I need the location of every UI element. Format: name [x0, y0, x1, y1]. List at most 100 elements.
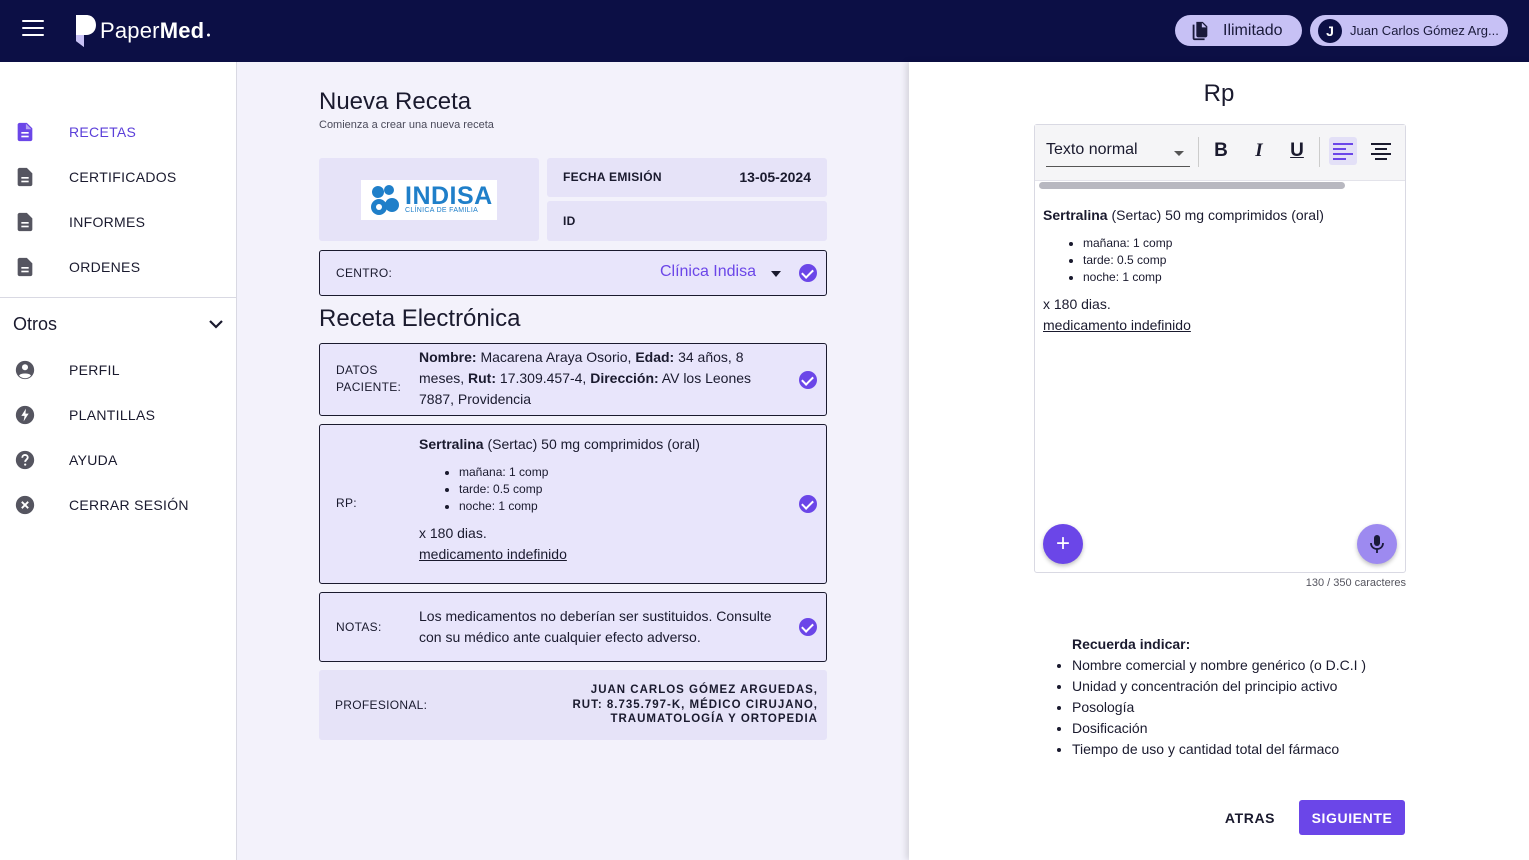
chevron-down-icon — [1174, 151, 1184, 156]
list-item: noche: 1 comp — [1083, 269, 1393, 286]
sidebar-divider — [0, 297, 236, 298]
document-icon — [17, 167, 33, 187]
text-format-select[interactable]: Texto normal — [1046, 137, 1190, 167]
sidebar-item-label: CERRAR SESIÓN — [69, 497, 189, 513]
clinic-logo-word: INDISA — [405, 182, 493, 210]
sidebar-item-cerrar-sesion[interactable]: CERRAR SESIÓN — [0, 483, 236, 527]
document-icon — [17, 212, 33, 232]
editor-content[interactable]: Sertralina (Sertac) 50 mg comprimidos (o… — [1043, 205, 1393, 336]
brand-logo[interactable]: PaperMed ● — [76, 14, 211, 48]
underline-button[interactable]: U — [1283, 137, 1311, 165]
editor-panel: Rp Texto normal B I U Sertralina (Sertac… — [909, 62, 1529, 860]
rp-content: Sertralina (Sertac) 50 mg comprimidos (o… — [419, 434, 789, 565]
plus-icon: + — [1055, 530, 1070, 557]
rp-card[interactable]: RP: Sertralina (Sertac) 50 mg comprimido… — [319, 424, 827, 584]
sidebar-item-ayuda[interactable]: AYUDA — [0, 438, 236, 482]
rich-text-editor[interactable]: Texto normal B I U Sertralina (Sertac) 5… — [1034, 124, 1406, 573]
align-left-icon — [1333, 143, 1353, 160]
sidebar-item-informes[interactable]: INFORMES — [0, 200, 236, 244]
add-button[interactable]: + — [1043, 524, 1083, 564]
brand-name: PaperMed — [100, 18, 205, 43]
dropdown-arrow-icon — [771, 271, 781, 277]
reminder-list: Nombre comercial y nombre genérico (o D.… — [1072, 655, 1392, 760]
list-item: mañana: 1 comp — [1083, 235, 1393, 252]
toolbar-divider — [1319, 137, 1320, 167]
papermed-logo-icon — [76, 15, 96, 47]
dose-list: mañana: 1 comp tarde: 0.5 comp noche: 1 … — [1083, 235, 1393, 286]
section-label: Otros — [13, 313, 58, 334]
document-icon — [17, 257, 33, 277]
sidebar-item-label: INFORMES — [69, 214, 146, 230]
plan-label: Ilimitado — [1223, 21, 1283, 39]
sidebar-item-label: RECETAS — [69, 124, 137, 140]
bold-button[interactable]: B — [1207, 137, 1235, 165]
toolbar-divider — [1198, 137, 1199, 167]
reminder-heading: Recuerda indicar: — [1072, 636, 1191, 652]
horizontal-scrollbar[interactable] — [1039, 182, 1345, 189]
section-toggle-otros[interactable]: Otros — [13, 311, 223, 337]
id-field: ID — [547, 201, 827, 241]
list-item: tarde: 0.5 comp — [459, 481, 789, 498]
check-icon[interactable] — [799, 495, 817, 513]
clinic-logo: INDISA CLÍNICA DE FAMILIA — [361, 179, 497, 220]
align-center-icon — [1371, 143, 1391, 160]
check-icon[interactable] — [799, 618, 817, 636]
italic-button[interactable]: I — [1245, 137, 1273, 165]
chevron-down-icon — [209, 320, 223, 329]
avatar: J — [1318, 18, 1342, 43]
user-menu[interactable]: J Juan Carlos Gómez Arg... — [1310, 15, 1508, 46]
fecha-emision-field: FECHA EMISIÓN 13-05-2024 — [547, 158, 827, 197]
duration: x 180 dias. — [1043, 296, 1111, 312]
sidebar-item-label: CERTIFICADOS — [69, 169, 177, 185]
duration: x 180 dias. — [419, 525, 487, 541]
sidebar-item-recetas[interactable]: RECETAS — [0, 110, 236, 154]
back-button[interactable]: ATRAS — [1214, 800, 1286, 835]
list-item: noche: 1 comp — [459, 498, 789, 515]
list-item: Unidad y concentración del principio act… — [1072, 676, 1392, 697]
align-center-button[interactable] — [1367, 137, 1395, 165]
centro-value: Clínica Indisa — [659, 263, 756, 280]
sidebar-item-label: PLANTILLAS — [69, 407, 156, 423]
sidebar-item-certificados[interactable]: CERTIFICADOS — [0, 155, 236, 199]
align-left-button[interactable] — [1329, 137, 1357, 165]
list-item: Nombre comercial y nombre genérico (o D.… — [1072, 655, 1392, 676]
plan-badge[interactable]: Ilimitado — [1175, 15, 1302, 46]
page-subtitle: Comienza a crear una nueva receta — [319, 119, 494, 131]
microphone-icon — [1370, 535, 1384, 553]
notas-label: NOTAS: — [336, 620, 382, 634]
paciente-details: Nombre: Macarena Araya Osorio, Edad: 34 … — [419, 349, 752, 407]
text-format-value: Texto normal — [1046, 141, 1138, 158]
sidebar-item-label: ORDENES — [69, 259, 141, 275]
fecha-value: 13-05-2024 — [739, 169, 811, 185]
sidebar-item-ordenes[interactable]: ORDENES — [0, 245, 236, 289]
registered-mark: ● — [206, 31, 211, 39]
page-title: Nueva Receta — [319, 88, 472, 115]
centro-select[interactable]: CENTRO: Clínica Indisa — [319, 250, 827, 296]
document-icon — [17, 122, 33, 142]
check-icon[interactable] — [799, 371, 817, 389]
clinic-logo-box: INDISA CLÍNICA DE FAMILIA — [319, 158, 539, 241]
bolt-icon — [15, 405, 35, 425]
indefinite-note: medicamento indefinido — [419, 546, 567, 562]
editor-toolbar: Texto normal B I U — [1035, 125, 1405, 181]
character-counter: 130 / 350 caracteres — [1305, 577, 1406, 589]
sidebar-item-perfil[interactable]: PERFIL — [0, 348, 236, 392]
sidebar-item-plantillas[interactable]: PLANTILLAS — [0, 393, 236, 437]
documents-icon — [1192, 21, 1208, 40]
microphone-button[interactable] — [1357, 524, 1397, 564]
list-item: Dosificación — [1072, 718, 1392, 739]
menu-icon[interactable] — [22, 20, 44, 38]
cancel-icon — [15, 495, 35, 515]
datos-paciente-card[interactable]: DATOS PACIENTE: Nombre: Macarena Araya Os… — [319, 343, 827, 416]
indefinite-note: medicamento indefinido — [1043, 317, 1191, 333]
list-item: Tiempo de uso y cantidad total del fárma… — [1072, 739, 1392, 760]
fecha-label: FECHA EMISIÓN — [563, 170, 662, 184]
profesional-card: PROFESIONAL: JUAN CARLOS GÓMEZ ARGUEDAS,… — [319, 670, 827, 740]
check-icon[interactable] — [799, 264, 817, 282]
rp-label: RP: — [336, 496, 357, 510]
notas-card[interactable]: NOTAS: Los medicamentos no deberían ser … — [319, 592, 827, 662]
next-button[interactable]: SIGUIENTE — [1299, 800, 1405, 835]
list-item: mañana: 1 comp — [459, 464, 789, 481]
profesional-label: PROFESIONAL: — [335, 698, 428, 712]
profesional-value: JUAN CARLOS GÓMEZ ARGUEDAS, RUT: 8.735.7… — [572, 684, 818, 725]
